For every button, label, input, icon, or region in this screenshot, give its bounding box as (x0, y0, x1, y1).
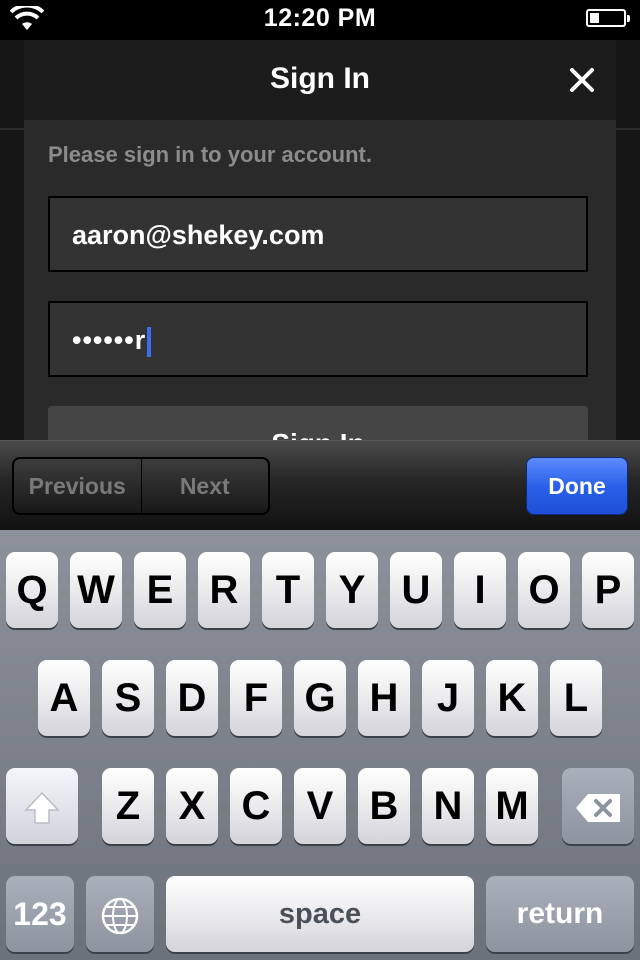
previous-button[interactable]: Previous (14, 459, 141, 513)
key-m[interactable]: M (486, 768, 538, 844)
key-g[interactable]: G (294, 660, 346, 736)
key-q[interactable]: Q (6, 552, 58, 628)
globe-key[interactable] (86, 876, 154, 952)
modal-header: Sign In (24, 40, 616, 120)
sign-in-prompt: Please sign in to your account. (48, 142, 372, 167)
numbers-key[interactable]: 123 (6, 876, 74, 952)
prev-next-control: Previous Next (12, 457, 270, 515)
key-i[interactable]: I (454, 552, 506, 628)
key-s[interactable]: S (102, 660, 154, 736)
key-t[interactable]: T (262, 552, 314, 628)
key-y[interactable]: Y (326, 552, 378, 628)
close-icon (570, 68, 594, 92)
key-k[interactable]: K (486, 660, 538, 736)
key-l[interactable]: L (550, 660, 602, 736)
clock: 12:20 PM (263, 4, 377, 32)
text-caret (147, 326, 152, 357)
globe-icon (101, 898, 139, 935)
modal-title: Sign In (270, 62, 370, 95)
key-f[interactable]: F (230, 660, 282, 736)
key-p[interactable]: P (582, 552, 634, 628)
key-a[interactable]: A (38, 660, 90, 736)
form-accessory-toolbar: Previous Next Done (0, 440, 640, 530)
key-o[interactable]: O (518, 552, 570, 628)
backspace-icon (576, 794, 620, 823)
key-z[interactable]: Z (102, 768, 154, 844)
key-n[interactable]: N (422, 768, 474, 844)
shift-key[interactable] (6, 768, 78, 844)
key-x[interactable]: X (166, 768, 218, 844)
key-b[interactable]: B (358, 768, 410, 844)
done-button[interactable]: Done (526, 457, 628, 515)
close-button[interactable] (562, 60, 602, 100)
key-d[interactable]: D (166, 660, 218, 736)
key-v[interactable]: V (294, 768, 346, 844)
key-j[interactable]: J (422, 660, 474, 736)
status-bar: 12:20 PM (0, 0, 640, 40)
key-w[interactable]: W (70, 552, 122, 628)
battery-icon (586, 9, 630, 27)
key-c[interactable]: C (230, 768, 282, 844)
password-value: ••••••r (72, 325, 147, 355)
backspace-key[interactable] (562, 768, 634, 844)
password-field[interactable]: ••••••r (48, 301, 588, 377)
email-field[interactable]: aaron@shekey.com (48, 196, 588, 272)
space-key[interactable]: space (166, 876, 474, 952)
key-r[interactable]: R (198, 552, 250, 628)
next-button[interactable]: Next (140, 459, 269, 513)
keyboard: Q W E R T Y U I O P A S D F G H J K L Z … (0, 530, 640, 960)
key-e[interactable]: E (134, 552, 186, 628)
return-key[interactable]: return (486, 876, 634, 952)
key-u[interactable]: U (390, 552, 442, 628)
email-value: aaron@shekey.com (72, 220, 325, 250)
shift-arrow-icon (24, 792, 60, 825)
key-h[interactable]: H (358, 660, 410, 736)
